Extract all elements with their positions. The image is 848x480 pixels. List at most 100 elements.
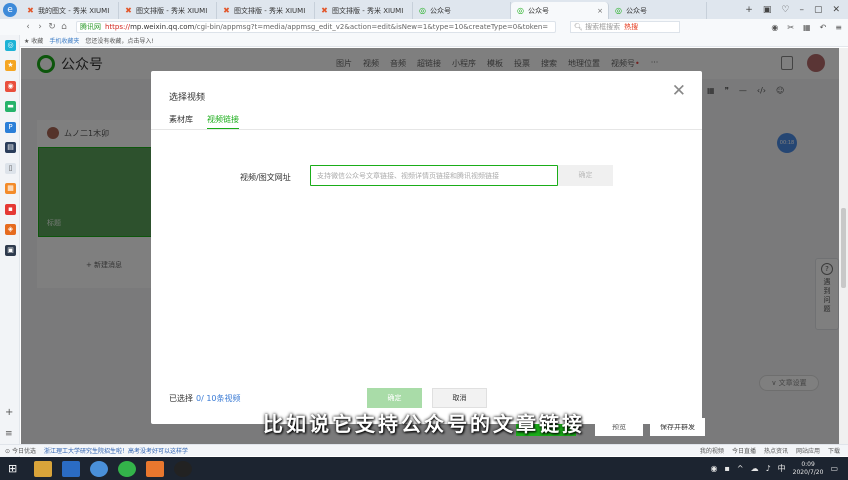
expand-tray-icon[interactable]: ^ (737, 464, 744, 473)
app-taskbar-icon[interactable] (118, 460, 136, 477)
cut-icon[interactable]: ✂ (787, 23, 794, 32)
maximize-icon[interactable]: ▢ (814, 5, 823, 15)
search-icon: 🔍︎ (574, 23, 583, 31)
phone-favorites-link[interactable]: 手机收藏夹 (49, 36, 79, 45)
browser-tab[interactable]: ✖ 图文排版 - 秀米 XIUMI (119, 2, 217, 19)
video-subtitle: 比如说它支持公众号的文章链接 (263, 412, 585, 436)
select-video-dialog: 选择视频 ✕ 素材库 视频链接 视频/图文网址 确定 已选择0/ 10条视频 确… (151, 71, 702, 424)
windows-start-icon[interactable]: ⊞ (8, 462, 24, 475)
sidebar-app-icon[interactable]: ▦ (5, 183, 16, 194)
video-url-input[interactable] (310, 165, 558, 186)
address-bar: ‹ › ↻ ⌂ 腾讯网 https://mp.weixin.qq.com/cgi… (0, 19, 848, 35)
close-tab-icon[interactable]: × (597, 7, 603, 15)
page-scrollbar[interactable] (839, 48, 848, 444)
notification-icon[interactable]: ▭ (830, 464, 838, 473)
tray-icon[interactable]: ▪ (724, 464, 729, 473)
sidebar-app-icon[interactable]: ◉ (5, 81, 16, 92)
sidebar-app-icon[interactable]: ◈ (5, 224, 16, 235)
browser-toolbar: ◉ ✂ ▦ ↶ ≡ (771, 23, 848, 32)
browser-tab-bar: e ✖ 我的图文 - 秀米 XIUMI ✖ 图文排版 - 秀米 XIUMI ✖ 图文排… (0, 0, 848, 19)
browser-search-input[interactable]: 🔍︎ 搜索框搜索 热搜 (570, 21, 680, 33)
more-icon[interactable]: ≡ (835, 23, 842, 32)
status-right: 我的视频 今日直播 热点资讯 网站应用 下载 (700, 446, 848, 455)
news-ticker[interactable]: 浙江理工大学研究生院招生啦！高考没考好可以这样学 (44, 446, 188, 455)
selected-count: 已选择 0/ 10条视频 (169, 394, 241, 403)
download-link[interactable]: 下载 (828, 446, 840, 455)
sidebar-app-icon[interactable]: ▪ (5, 204, 16, 215)
favorites-star[interactable]: ★ 收藏 (24, 36, 43, 45)
network-icon[interactable]: ☁ (751, 464, 759, 473)
home-icon[interactable]: ⌂ (58, 22, 70, 32)
wechat-mp-icon: ◎ (517, 6, 524, 15)
word-icon[interactable] (62, 460, 80, 477)
input-lang[interactable]: 中 (778, 463, 786, 474)
minimize-icon[interactable]: – (799, 5, 804, 15)
wechat-mp-icon: ◎ (419, 6, 426, 15)
scrollbar-thumb[interactable] (841, 208, 846, 288)
browser-tab[interactable]: ◎ 公众号 (609, 2, 707, 19)
hot-search-label[interactable]: 热搜 (624, 22, 638, 32)
web-apps-link[interactable]: 网站应用 (796, 446, 820, 455)
browser-status-bar: ⊙ 今日优选 浙江理工大学研究生院招生啦！高考没考好可以这样学 我的视频 今日直… (0, 444, 848, 456)
dialog-title: 选择视频 (169, 93, 206, 103)
xiumi-icon: ✖ (321, 6, 328, 15)
tab-material-library[interactable]: 素材库 (169, 114, 193, 130)
today-picks[interactable]: ⊙ 今日优选 (5, 446, 36, 455)
browser-tab[interactable]: ✖ 我的图文 - 秀米 XIUMI (21, 2, 119, 19)
player-taskbar-icon[interactable] (146, 460, 164, 477)
apps-icon[interactable]: ▦ (803, 23, 811, 32)
favorites-bar: ★ 收藏 手机收藏夹 您还没有收藏，点击导入! (0, 35, 848, 47)
confirm-link-button[interactable]: 确定 (558, 165, 613, 186)
live-link[interactable]: 今日直播 (732, 446, 756, 455)
new-tab-icon[interactable]: + (745, 5, 753, 15)
sidebar-app-icon[interactable]: ★ (5, 60, 16, 71)
site-badge: 腾讯网 (80, 23, 101, 31)
refresh-icon[interactable]: ↻ (46, 22, 58, 32)
browser-logo-icon[interactable]: e (3, 2, 17, 17)
back-icon[interactable]: ‹ (22, 22, 34, 32)
browser-taskbar-icon[interactable] (90, 460, 108, 477)
close-window-icon[interactable]: ✕ (832, 5, 840, 15)
cancel-button[interactable]: 取消 (432, 388, 487, 408)
sidebar-app-icon[interactable]: ▤ (5, 142, 16, 153)
hot-news-link[interactable]: 热点资讯 (764, 446, 788, 455)
divider (151, 129, 702, 130)
sidebar-app-icon[interactable]: ▣ (5, 245, 16, 256)
xiumi-icon: ✖ (223, 6, 230, 15)
system-tray: ◉ ▪ ^ ☁ ♪ 中 0:09 2020/7/20 ▭ (710, 461, 848, 477)
xiumi-icon: ✖ (27, 6, 34, 15)
qq-taskbar-icon[interactable] (174, 460, 192, 477)
browser-sidebar: ◎ ★ ◉ ▬ P ▤ ▯ ▦ ▪ ◈ ▣ + ≡ (0, 35, 20, 457)
favorites-hint[interactable]: 您还没有收藏，点击导入! (85, 36, 153, 45)
restore-tabs-icon[interactable]: ▣ (763, 5, 772, 15)
tab-video-link[interactable]: 视频链接 (207, 114, 239, 130)
forward-icon[interactable]: › (34, 22, 46, 32)
sidebar-app-icon[interactable]: ▯ (5, 163, 16, 174)
browser-tab-active[interactable]: ◎ 公众号 × (511, 2, 609, 19)
window-controls: + ▣ ♡ – ▢ ✕ (745, 5, 848, 15)
my-video-link[interactable]: 我的视频 (700, 446, 724, 455)
xiumi-icon: ✖ (125, 6, 132, 15)
url-field[interactable]: 腾讯网 https://mp.weixin.qq.com/cgi-bin/app… (76, 21, 556, 33)
sidebar-app-icon[interactable]: ▬ (5, 101, 16, 112)
sidebar-app-icon[interactable]: ◎ (5, 40, 16, 51)
file-explorer-icon[interactable] (34, 460, 52, 477)
os-taskbar: ⊞ ◉ ▪ ^ ☁ ♪ 中 0:09 2020/7/20 ▭ (0, 457, 848, 480)
undo-icon[interactable]: ↶ (820, 23, 827, 32)
sidebar-app-icon[interactable]: P (5, 122, 16, 133)
url-path: /cgi-bin/appmsg?t=media/appmsg_edit_v2&a… (194, 23, 549, 31)
close-icon[interactable]: ✕ (672, 83, 686, 100)
browser-tab[interactable]: ✖ 图文排版 - 秀米 XIUMI (315, 2, 413, 19)
url-field-label: 视频/图文网址 (240, 173, 291, 182)
clock[interactable]: 0:09 2020/7/20 (793, 461, 824, 477)
dialog-tabs: 素材库 视频链接 (169, 114, 239, 130)
wechat-mp-icon: ◎ (615, 6, 622, 15)
volume-icon[interactable]: ♪ (766, 464, 771, 473)
skin-icon[interactable]: ♡ (781, 5, 789, 15)
ok-button[interactable]: 确定 (367, 388, 422, 408)
browser-tab[interactable]: ◎ 公众号 (413, 2, 511, 19)
browser-tab[interactable]: ✖ 图文排版 - 秀米 XIUMI (217, 2, 315, 19)
extension-icon[interactable]: ◉ (771, 23, 778, 32)
tray-icon[interactable]: ◉ (710, 464, 717, 473)
url-host: mp.weixin.qq.com (130, 23, 195, 31)
